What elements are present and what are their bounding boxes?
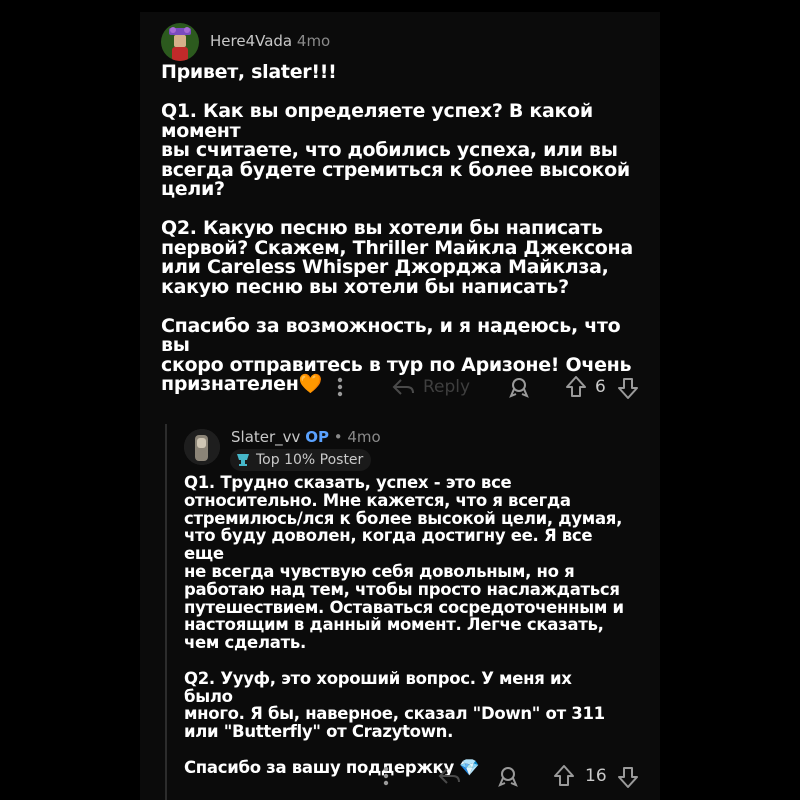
comment-score: 6: [595, 377, 606, 397]
comment-age: 4mo: [296, 32, 331, 50]
more-vertical-icon[interactable]: [335, 376, 345, 403]
comment-header: Here4Vada 4mo: [210, 32, 330, 50]
comment-paragraph-q2: Q2. Какую песню вы хотели бы написать пе…: [161, 217, 633, 298]
author-name[interactable]: Slater_vv: [231, 428, 300, 446]
reply-score: 16: [585, 766, 607, 786]
downvote-arrow-icon[interactable]: [617, 376, 639, 405]
upvote-arrow-icon[interactable]: [565, 375, 587, 404]
author-name[interactable]: Here4Vada: [210, 32, 292, 50]
award-icon[interactable]: [497, 765, 519, 792]
avatar[interactable]: [184, 429, 220, 465]
downvote-arrow-icon[interactable]: [617, 765, 639, 794]
upvote-arrow-icon[interactable]: [553, 764, 575, 793]
top-poster-badge[interactable]: Top 10% Poster: [230, 449, 372, 471]
comment-body: Привет, slater!!! Q1. Как вы определяете…: [161, 61, 651, 395]
reply-paragraph-q2: Q2. Уууф, это хороший вопрос. У меня их …: [184, 668, 605, 742]
reply-arrow-icon[interactable]: [392, 377, 416, 402]
badge-label: Top 10% Poster: [256, 452, 364, 468]
reply-paragraph-q1: Q1. Трудно сказать, успех - это все отно…: [184, 473, 624, 653]
trophy-icon: [237, 454, 249, 466]
comment-paragraph-greeting: Привет, slater!!!: [161, 61, 337, 83]
award-icon[interactable]: [508, 376, 530, 403]
more-vertical-icon[interactable]: [381, 765, 391, 792]
reply-arrow-icon[interactable]: [438, 766, 462, 791]
thread-line[interactable]: [165, 424, 167, 800]
comment-paragraph-q1: Q1. Как вы определяете успех? В какой мо…: [161, 100, 630, 200]
avatar[interactable]: [161, 23, 199, 61]
reply-button[interactable]: Reply: [423, 377, 470, 397]
reply-header: Slater_vv OP • 4mo: [231, 428, 381, 446]
reply-age: • 4mo: [333, 428, 381, 446]
reply-body: Q1. Трудно сказать, успех - это все отно…: [184, 474, 624, 777]
op-badge: OP: [305, 428, 329, 446]
